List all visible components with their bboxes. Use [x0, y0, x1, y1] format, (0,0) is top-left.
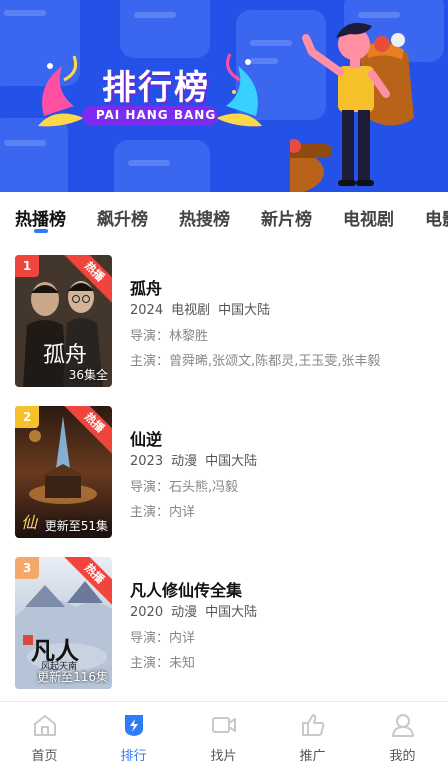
tab-new-release[interactable]: 新片榜 — [261, 205, 312, 230]
nav-label: 推广 — [299, 749, 326, 764]
nav-label: 排行 — [120, 749, 147, 764]
item-type: 动漫 — [171, 454, 198, 469]
item-meta: 2024 电视剧 中国大陆 — [130, 299, 278, 318]
poster-image[interactable]: 孤舟 1 热播 36集全 — [15, 255, 112, 387]
nav-label: 找片 — [210, 749, 237, 764]
item-title[interactable]: 仙逆 — [130, 426, 162, 450]
tab-rising[interactable]: 飙升榜 — [97, 205, 148, 230]
item-meta: 2020 动漫 中国大陆 — [130, 601, 265, 620]
nav-label: 首页 — [31, 749, 58, 764]
nav-label: 我的 — [389, 749, 416, 764]
item-actors: 主演：曾舜晞,张颂文,陈都灵,王玉雯,张丰毅 — [130, 354, 381, 369]
list-item[interactable]: 凡人 风起天南 3 热播 更新至116集 凡人修仙传全集 2020 动漫 中国大陆 … — [0, 557, 448, 691]
item-year: 2020 — [130, 605, 164, 620]
tab-hot-search[interactable]: 热搜榜 — [179, 205, 230, 230]
item-region: 中国大陆 — [218, 303, 271, 318]
ranking-tabs: 热播榜 飙升榜 热搜榜 新片榜 电视剧 电影 — [0, 192, 448, 238]
item-region: 中国大陆 — [205, 605, 258, 620]
item-type: 动漫 — [171, 605, 198, 620]
episode-status: 36集全 — [68, 368, 108, 382]
item-director: 导演：石头熊,冯毅 — [130, 480, 239, 495]
episode-status: 更新至51集 — [44, 519, 108, 533]
rank-badge: 3 — [15, 557, 39, 579]
poster-image[interactable]: 仙 2 热播 更新至51集 — [15, 406, 112, 538]
ranking-icon — [125, 715, 143, 736]
tab-movie[interactable]: 电影 — [425, 205, 448, 230]
home-icon — [34, 715, 56, 736]
item-director: 导演：内详 — [130, 631, 196, 646]
video-camera-icon — [212, 717, 236, 733]
nav-find[interactable]: 找片 — [179, 702, 268, 770]
item-year: 2023 — [130, 454, 164, 469]
nav-mine[interactable]: 我的 — [358, 702, 447, 770]
person-icon — [392, 714, 414, 737]
tab-tv-series[interactable]: 电视剧 — [343, 205, 394, 230]
banner-subtitle: PAI HANG BANG — [95, 108, 217, 122]
item-actors: 主演：未知 — [130, 656, 196, 671]
rank-badge: 2 — [15, 406, 39, 428]
item-type: 电视剧 — [171, 303, 211, 318]
bottom-navigation: 首页 排行 找片 推广 我的 — [0, 701, 448, 770]
rank-badge: 1 — [15, 255, 39, 277]
svg-text:仙: 仙 — [21, 513, 39, 532]
active-tab-indicator — [34, 229, 48, 233]
ranking-banner: 排行榜 PAI HANG BANG — [0, 0, 448, 192]
item-region: 中国大陆 — [205, 454, 258, 469]
item-year: 2024 — [130, 303, 164, 318]
poster-image[interactable]: 凡人 风起天南 3 热播 更新至116集 — [15, 557, 112, 689]
item-title[interactable]: 孤舟 — [130, 275, 162, 299]
nav-home[interactable]: 首页 — [0, 702, 89, 770]
nav-promote[interactable]: 推广 — [268, 702, 357, 770]
nav-ranking[interactable]: 排行 — [89, 702, 178, 770]
list-item[interactable]: 仙 2 热播 更新至51集 仙逆 2023 动漫 中国大陆 导演：石头熊,冯毅 主演… — [0, 406, 448, 540]
cartoon-person-illustration — [290, 22, 414, 192]
item-actors: 主演：内详 — [130, 505, 196, 520]
item-meta: 2023 动漫 中国大陆 — [130, 450, 265, 469]
list-item[interactable]: 孤舟 1 热播 36集全 孤舟 2024 电视剧 中国大陆 导演：林黎胜 主演：曾舜… — [0, 255, 448, 389]
tab-hot-play[interactable]: 热播榜 — [15, 205, 66, 230]
item-director: 导演：林黎胜 — [130, 329, 209, 344]
poster-title-text: 孤舟 — [43, 343, 88, 368]
banner-title-logo: 排行榜 PAI HANG BANG — [34, 46, 266, 134]
banner-title: 排行榜 — [102, 68, 210, 108]
item-title[interactable]: 凡人修仙传全集 — [130, 577, 242, 601]
episode-status: 更新至116集 — [37, 670, 108, 684]
thumbs-up-icon — [302, 714, 325, 736]
